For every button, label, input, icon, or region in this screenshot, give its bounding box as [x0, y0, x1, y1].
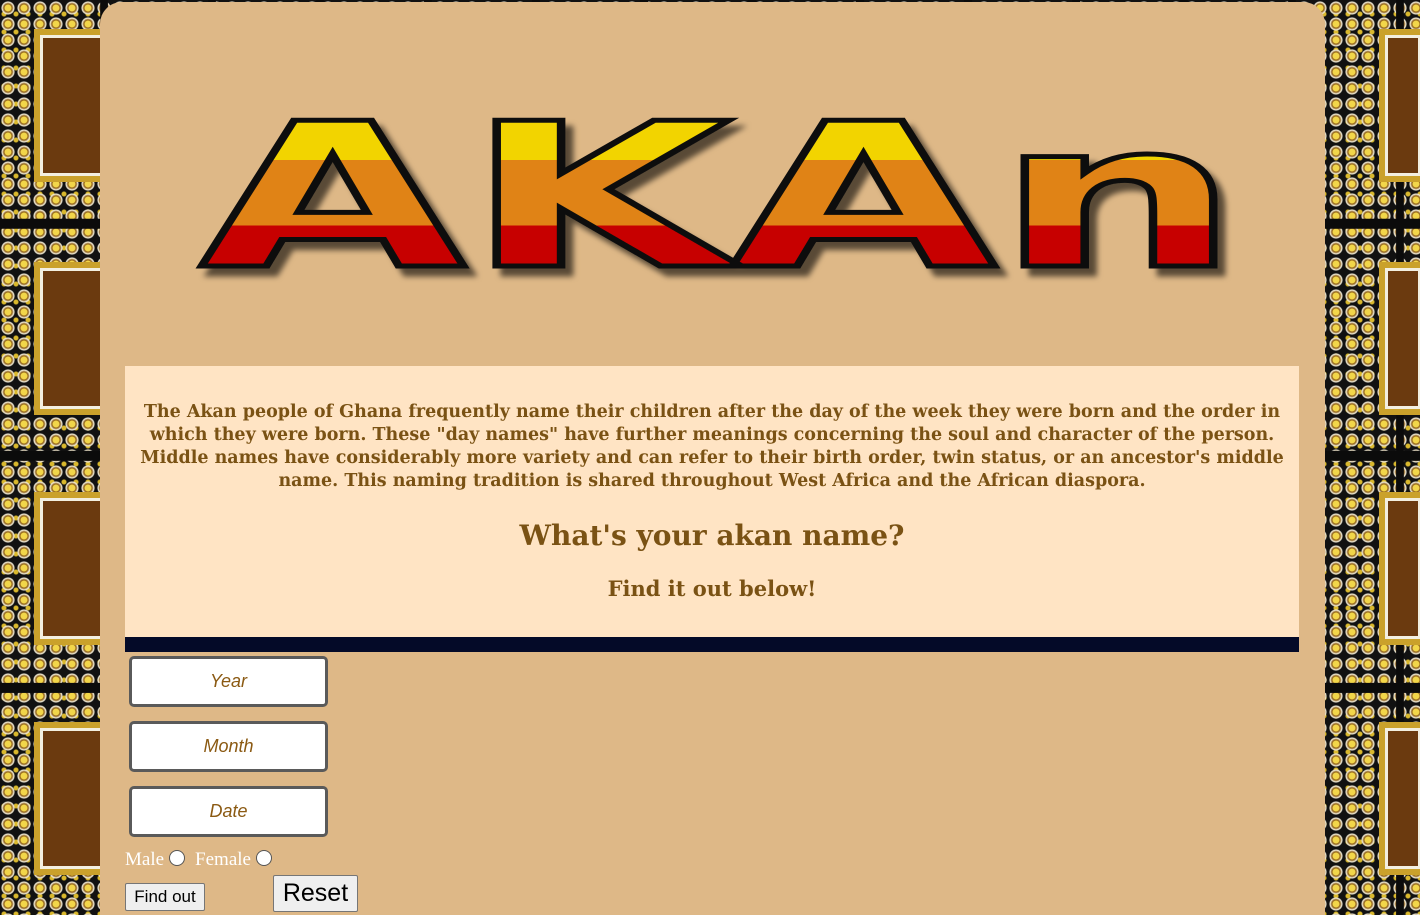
month-input[interactable]	[129, 721, 328, 772]
background-pattern-panel	[1385, 728, 1420, 869]
female-label: Female	[195, 849, 251, 870]
male-radio[interactable]	[169, 850, 186, 866]
female-radio[interactable]	[255, 850, 272, 866]
akan-logo-text: AKAn	[200, 94, 1240, 289]
divider-bar	[125, 637, 1299, 652]
find-out-button[interactable]: Find out	[125, 883, 205, 911]
background-pattern-panel	[40, 498, 104, 639]
background-pattern-panel	[40, 728, 104, 869]
background-pattern-panel	[1385, 35, 1420, 176]
date-input[interactable]	[129, 786, 328, 837]
reset-button[interactable]: Reset	[273, 875, 358, 912]
male-label: Male	[125, 849, 165, 870]
year-input[interactable]	[129, 656, 328, 707]
background-pattern-panel	[1385, 498, 1420, 639]
intro-paragraph: The Akan people of Ghana frequently name…	[140, 402, 1284, 491]
intro-heading: What's your akan name?	[519, 519, 905, 552]
background-pattern-panel	[1385, 268, 1420, 409]
background-pattern-panel	[40, 35, 104, 176]
intro-subheading: Find it out below!	[607, 576, 817, 601]
gender-selector: Male Female	[125, 849, 282, 871]
akan-logo: AKAn	[198, 94, 1243, 289]
intro-panel: The Akan people of Ghana frequently name…	[125, 366, 1299, 638]
background-pattern-panel	[40, 268, 104, 409]
main-card: AKAn The Akan people of Ghana frequently…	[100, 2, 1325, 915]
